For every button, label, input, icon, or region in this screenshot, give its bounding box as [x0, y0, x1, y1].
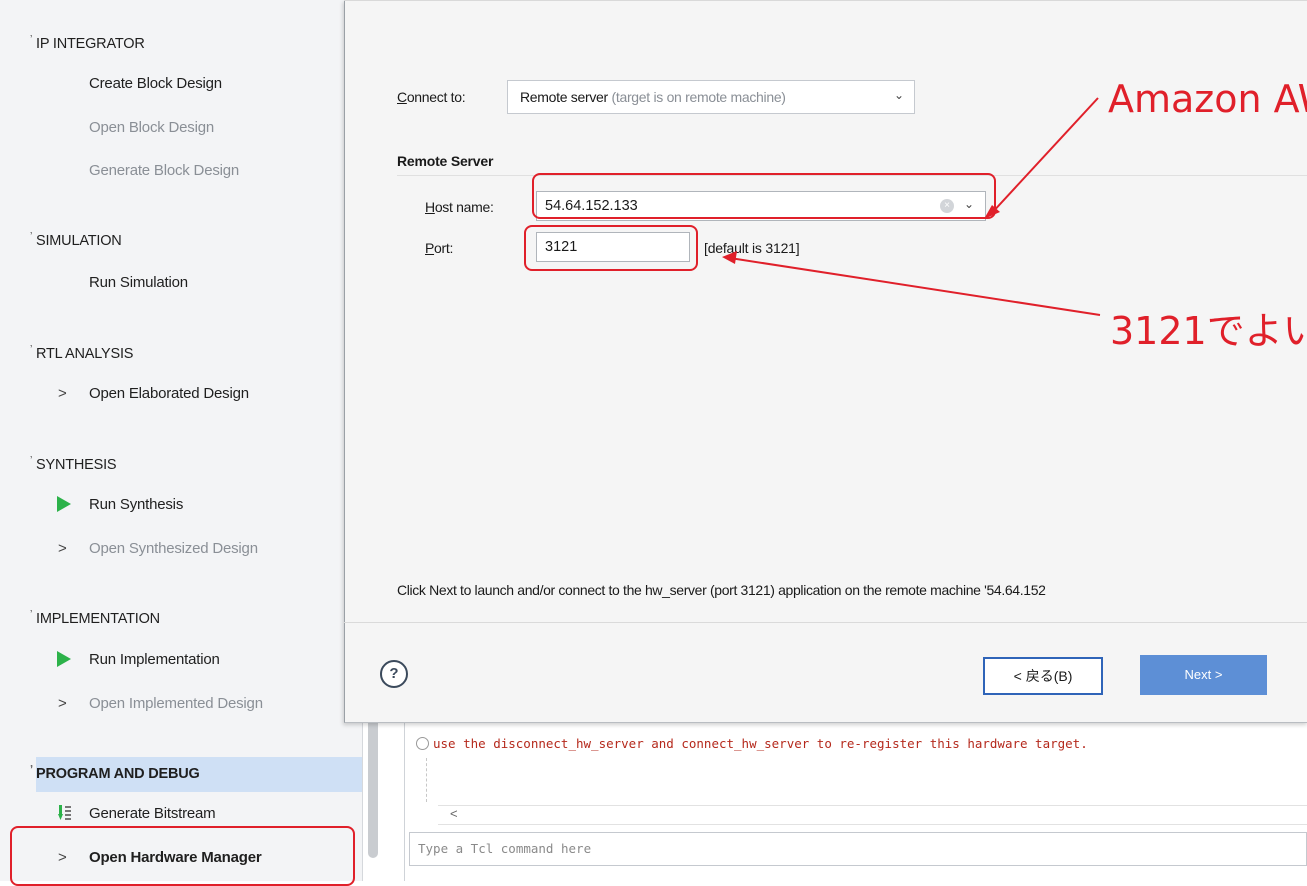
annotation-hw-manager-box — [10, 826, 355, 886]
nav-run-implementation[interactable]: Run Implementation — [89, 651, 220, 668]
section-ip-integrator[interactable]: ʼ IP INTEGRATOR — [30, 34, 145, 52]
back-button[interactable]: < 戻る(B) — [983, 657, 1103, 695]
collapse-icon[interactable]: ʼ — [30, 34, 32, 46]
section-synthesis[interactable]: ʼ SYNTHESIS — [30, 455, 117, 473]
help-button[interactable]: ? — [380, 660, 408, 688]
run-icon — [57, 651, 71, 667]
remote-server-heading: Remote Server — [397, 153, 494, 169]
annotation-port-text: 3121でよい — [1110, 309, 1307, 353]
bitstream-icon — [58, 805, 71, 821]
run-icon — [57, 496, 71, 512]
message-fold-icon[interactable] — [416, 737, 429, 750]
nav-run-simulation[interactable]: Run Simulation — [89, 274, 188, 291]
annotation-aws-text: Amazon AW — [1108, 77, 1307, 121]
annotation-host-box — [532, 173, 996, 219]
section-rtl-analysis[interactable]: ʼ RTL ANALYSIS — [30, 344, 133, 362]
tcl-command-input[interactable]: Type a Tcl command here — [409, 832, 1307, 866]
chevron-right-icon[interactable]: > — [58, 695, 67, 712]
collapse-icon[interactable]: ʼ — [30, 231, 32, 243]
chevron-right-icon[interactable]: > — [58, 540, 67, 557]
connect-to-select[interactable]: Remote server (target is on remote machi… — [507, 80, 915, 114]
connect-to-value: Remote server — [520, 89, 608, 105]
nav-generate-bitstream[interactable]: Generate Bitstream — [89, 805, 216, 822]
port-default-hint: [default is 3121] — [704, 240, 800, 256]
console-message: use the disconnect_hw_server and connect… — [433, 736, 1088, 751]
dialog-top-border — [344, 0, 1307, 1]
nav-open-synthesized-design[interactable]: Open Synthesized Design — [89, 540, 258, 557]
next-button[interactable]: Next > — [1140, 655, 1267, 695]
console-horizontal-scrollbar[interactable]: < — [438, 805, 1307, 825]
nav-create-block-design[interactable]: Create Block Design — [89, 75, 222, 92]
console-gutter — [426, 758, 428, 802]
collapse-icon[interactable]: ʼ — [30, 455, 32, 467]
connect-to-hint: (target is on remote machine) — [607, 89, 786, 105]
chevron-down-icon[interactable]: ⌄ — [894, 88, 904, 102]
nav-generate-block-design[interactable]: Generate Block Design — [89, 162, 239, 179]
scroll-left-icon[interactable]: < — [450, 806, 458, 821]
nav-open-implemented-design[interactable]: Open Implemented Design — [89, 695, 263, 712]
chevron-right-icon[interactable]: > — [58, 385, 67, 402]
section-simulation[interactable]: ʼ SIMULATION — [30, 231, 122, 249]
collapse-icon[interactable]: ʼ — [30, 764, 33, 776]
nav-open-block-design[interactable]: Open Block Design — [89, 119, 214, 136]
section-program-and-debug[interactable]: ʼ PROGRAM AND DEBUG — [30, 764, 200, 782]
connect-to-label: Connect to: — [397, 89, 466, 105]
collapse-icon[interactable]: ʼ — [30, 344, 32, 356]
nav-run-synthesis[interactable]: Run Synthesis — [89, 496, 183, 513]
dialog-info-text: Click Next to launch and/or connect to t… — [397, 582, 1046, 598]
port-label: Port: — [425, 240, 454, 256]
annotation-port-box — [524, 225, 698, 271]
host-name-label: Host name: — [425, 199, 494, 215]
collapse-icon[interactable]: ʼ — [30, 609, 32, 621]
nav-open-elaborated-design[interactable]: Open Elaborated Design — [89, 385, 249, 402]
button-bar-divider — [344, 622, 1307, 623]
section-implementation[interactable]: ʼ IMPLEMENTATION — [30, 609, 160, 627]
